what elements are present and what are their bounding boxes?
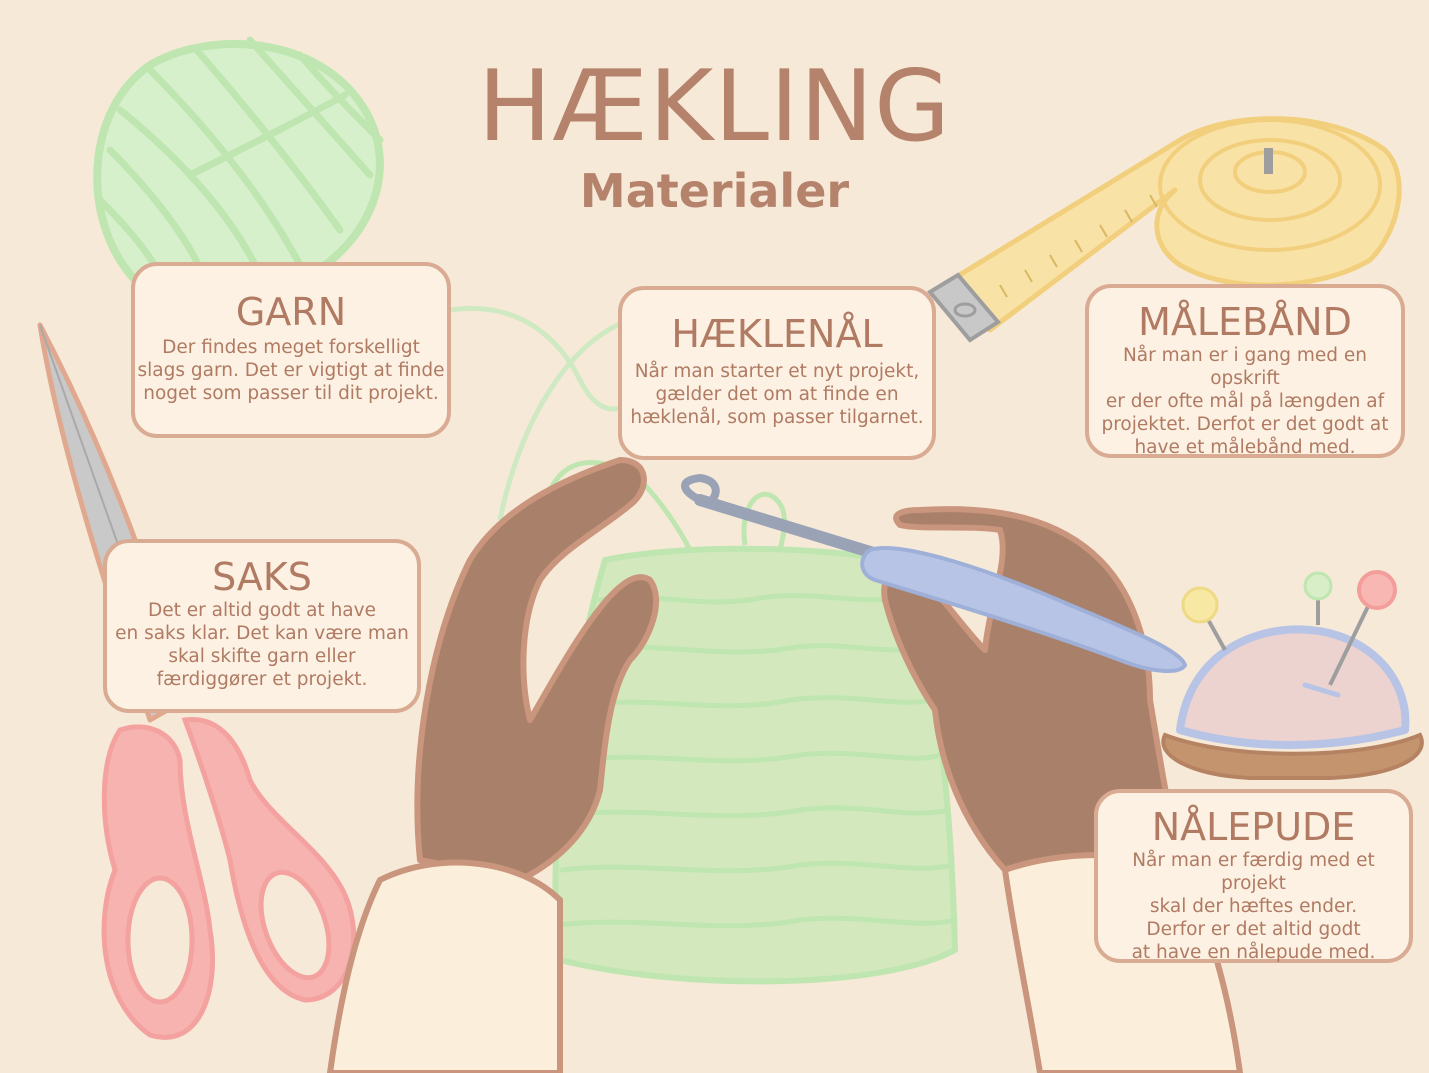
card-heading: MÅLEBÅND: [1138, 300, 1352, 344]
card-maalebaand: MÅLEBÅND Når man er i gang med en opskri…: [1085, 284, 1405, 458]
card-haeklenaal: HÆKLENÅL Når man starter et nyt projekt,…: [618, 286, 936, 460]
card-text: Det er altid godt at have en saks klar. …: [115, 600, 409, 690]
card-text: Når man starter et nyt projekt, gælder d…: [630, 361, 924, 428]
card-heading: HÆKLENÅL: [671, 312, 883, 356]
page-subtitle: Materialer: [579, 164, 850, 218]
card-text: Når man er færdig med et projekt skal de…: [1131, 850, 1376, 963]
pincushion-icon: [1161, 570, 1424, 780]
card-saks: SAKS Det er altid godt at have en saks k…: [103, 539, 421, 713]
card-heading: NÅLEPUDE: [1151, 805, 1356, 849]
card-heading: SAKS: [212, 555, 312, 599]
page-title: HÆKLING: [477, 50, 952, 164]
card-heading: GARN: [235, 290, 347, 334]
card-text: Der findes meget forskelligt slags garn.…: [137, 337, 445, 404]
card-naalepude: NÅLEPUDE Når man er færdig med et projek…: [1094, 789, 1413, 963]
card-garn: GARN Der findes meget forskelligt slags …: [131, 262, 451, 438]
card-text: Når man er i gang med en opskrift er der…: [1101, 345, 1389, 458]
